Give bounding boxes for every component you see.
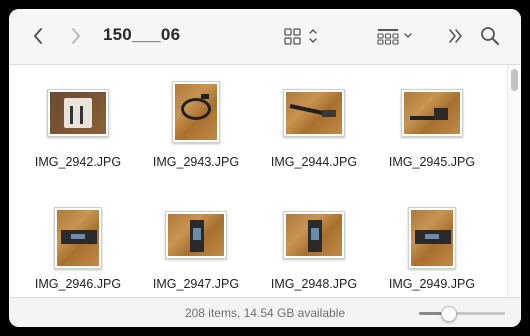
zoom-slider[interactable] [419, 306, 505, 322]
toolbar: 150___06 [9, 9, 521, 65]
file-item[interactable]: IMG_2948.JPG [255, 197, 373, 297]
file-thumbnail [408, 207, 456, 269]
file-name: IMG_2948.JPG [270, 277, 358, 291]
file-name: IMG_2944.JPG [270, 155, 358, 169]
double-chevron-icon [449, 29, 462, 43]
file-item[interactable]: IMG_2947.JPG [137, 197, 255, 297]
finder-window: 150___06 IMG_2942.JPG IMG_2943.JPG IMG_2… [9, 9, 521, 327]
file-item[interactable]: IMG_2945.JPG [373, 75, 491, 195]
file-thumbnail [54, 207, 102, 269]
file-thumbnail [283, 89, 345, 137]
vertical-scrollbar[interactable] [507, 65, 521, 297]
file-name: IMG_2949.JPG [388, 277, 476, 291]
file-item[interactable]: IMG_2942.JPG [19, 75, 137, 195]
file-thumbnail [47, 89, 109, 137]
file-name: IMG_2946.JPG [34, 277, 122, 291]
file-name: IMG_2947.JPG [152, 277, 240, 291]
file-item[interactable]: IMG_2949.JPG [373, 197, 491, 297]
chevron-left-icon [34, 28, 42, 44]
zoom-slider-knob[interactable] [440, 306, 457, 322]
folder-title: 150___06 [103, 25, 181, 44]
search-icon [481, 27, 499, 45]
file-name: IMG_2945.JPG [388, 155, 476, 169]
file-name: IMG_2943.JPG [152, 155, 240, 169]
forward-button[interactable] [65, 25, 87, 47]
file-thumbnail [172, 81, 220, 143]
chevron-right-icon [72, 28, 80, 44]
file-thumbnail [283, 211, 345, 259]
back-button[interactable] [27, 25, 49, 47]
file-thumbnail [401, 89, 463, 137]
view-mode-button[interactable] [281, 25, 325, 47]
file-name: IMG_2942.JPG [34, 155, 122, 169]
file-item[interactable]: IMG_2943.JPG [137, 75, 255, 195]
grid-view-icon [284, 28, 317, 45]
group-by-icon [377, 29, 412, 45]
scrollbar-thumb[interactable] [511, 69, 518, 91]
file-grid: IMG_2942.JPG IMG_2943.JPG IMG_2944.JPG I… [9, 65, 507, 297]
group-by-button[interactable] [375, 25, 419, 47]
file-item[interactable]: IMG_2944.JPG [255, 75, 373, 195]
status-bar: 208 items, 14.54 GB available [9, 297, 521, 327]
file-thumbnail [165, 211, 227, 259]
file-item[interactable]: IMG_2946.JPG [19, 197, 137, 297]
more-toolbar-button[interactable] [445, 25, 467, 47]
search-button[interactable] [479, 25, 501, 47]
